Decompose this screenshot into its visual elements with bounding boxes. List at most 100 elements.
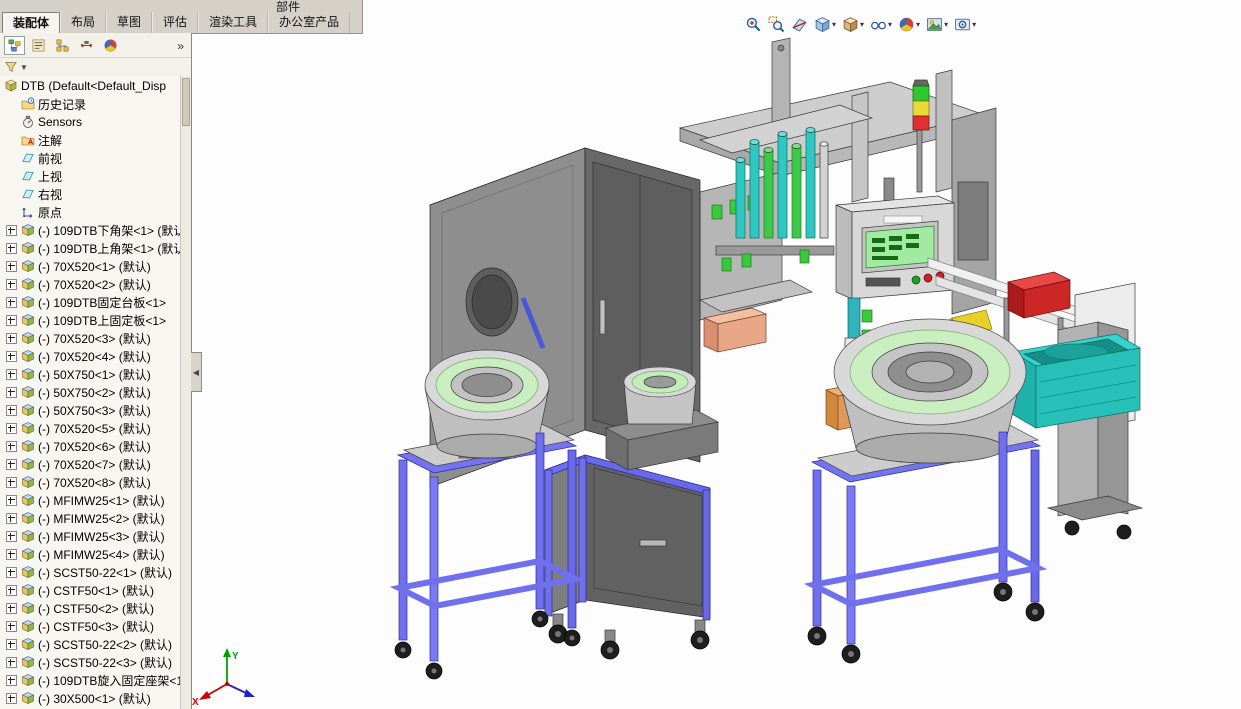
expand-toggle[interactable] bbox=[6, 404, 17, 416]
expand-toggle[interactable] bbox=[6, 584, 17, 596]
tree-item[interactable]: 上视 bbox=[0, 167, 191, 185]
tree-item[interactable]: (-) CSTF50<1> (默认) bbox=[0, 581, 191, 599]
tree-item[interactable]: (-) 109DTB下角架<1> (默认) bbox=[0, 221, 191, 239]
tree-item[interactable]: Sensors bbox=[0, 113, 191, 131]
tree-item[interactable]: (-) MFIMW25<2> (默认) bbox=[0, 509, 191, 527]
expand-toggle[interactable] bbox=[6, 422, 17, 434]
panel-tab-feature-manager[interactable] bbox=[4, 36, 25, 55]
tree-item[interactable]: (-) 50X750<1> (默认) bbox=[0, 365, 191, 383]
zoom-area-button[interactable] bbox=[766, 13, 787, 36]
tree-item[interactable]: (-) 70X520<2> (默认) bbox=[0, 275, 191, 293]
tree-item[interactable]: (-) SCST50-22<3> (默认) bbox=[0, 653, 191, 671]
expand-toggle[interactable] bbox=[6, 314, 17, 326]
expand-toggle[interactable] bbox=[6, 656, 17, 668]
expand-toggle[interactable] bbox=[6, 638, 17, 650]
panel-tab-property-manager[interactable] bbox=[28, 36, 49, 55]
expand-toggle[interactable] bbox=[6, 692, 17, 704]
tree-item[interactable]: (-) 109DTB固定台板<1> bbox=[0, 293, 191, 311]
machine-model[interactable]: Y X bbox=[192, 37, 1144, 708]
ribbon-overflow-button[interactable]: 部件 bbox=[276, 0, 300, 12]
tree-item[interactable]: (-) 30X500<1> (默认) bbox=[0, 689, 191, 707]
expand-toggle[interactable] bbox=[6, 458, 17, 470]
tree-item[interactable]: 原点 bbox=[0, 203, 191, 221]
tree-item[interactable]: (-) SCST50-22<2> (默认) bbox=[0, 635, 191, 653]
view-settings-button[interactable]: ▾ bbox=[952, 13, 978, 36]
tree-item[interactable]: (-) 70X520<4> (默认) bbox=[0, 347, 191, 365]
expand-toggle[interactable] bbox=[6, 368, 17, 380]
edit-appearance-button[interactable]: ▾ bbox=[896, 13, 922, 36]
zoom-fit-button[interactable] bbox=[743, 13, 764, 36]
tree-item[interactable]: (-) MFIMW25<1> (默认) bbox=[0, 491, 191, 509]
expand-toggle[interactable] bbox=[6, 476, 17, 488]
tree-item[interactable]: (-) 70X520<3> (默认) bbox=[0, 329, 191, 347]
ribbon-tab[interactable]: 办公室产品 bbox=[268, 12, 351, 33]
expand-toggle[interactable] bbox=[6, 386, 17, 398]
expand-toggle[interactable] bbox=[6, 224, 17, 236]
panel-tab-display-manager[interactable] bbox=[100, 36, 121, 55]
tree-item[interactable]: 历史记录 bbox=[0, 95, 191, 113]
filter-funnel-icon[interactable] bbox=[4, 60, 18, 74]
ribbon-tab[interactable]: 布局 bbox=[60, 12, 107, 33]
panel-collapse-button[interactable]: ◀ bbox=[191, 352, 202, 392]
expand-toggle[interactable] bbox=[6, 296, 17, 308]
expand-toggle[interactable] bbox=[6, 440, 17, 452]
apply-scene-button[interactable]: ▾ bbox=[924, 13, 950, 36]
expand-toggle[interactable] bbox=[6, 278, 17, 290]
display-style-button[interactable]: ▾ bbox=[840, 13, 866, 36]
tree-scrollbar[interactable] bbox=[180, 76, 191, 709]
tree-item[interactable]: (-) 109DTB上角架<1> (默认) bbox=[0, 239, 191, 257]
tree-item[interactable]: 右视 bbox=[0, 185, 191, 203]
ribbon-tab[interactable]: 草图 bbox=[106, 12, 153, 33]
tree-item[interactable]: (-) CSTF50<2> (默认) bbox=[0, 599, 191, 617]
dropdown-caret-icon[interactable]: ▾ bbox=[916, 20, 920, 29]
tree-root-item[interactable]: DTB (Default<Default_Disp bbox=[0, 77, 191, 95]
ribbon-tab[interactable]: 装配体 bbox=[2, 12, 61, 33]
expand-toggle[interactable] bbox=[6, 512, 17, 524]
expand-toggle[interactable] bbox=[6, 260, 17, 272]
ribbon-tab[interactable]: 评估 bbox=[152, 12, 199, 33]
panel-tab-configuration-manager[interactable] bbox=[52, 36, 73, 55]
tree-item[interactable]: 前视 bbox=[0, 149, 191, 167]
tree-item[interactable]: (-) 50X750<2> (默认) bbox=[0, 383, 191, 401]
tree-item[interactable]: (-) MFIMW25<4> (默认) bbox=[0, 545, 191, 563]
tree-item[interactable]: (-) 70X520<7> (默认) bbox=[0, 455, 191, 473]
tree-item[interactable]: 注解 bbox=[0, 131, 191, 149]
dropdown-caret-icon[interactable]: ▾ bbox=[972, 20, 976, 29]
expand-toggle[interactable] bbox=[6, 494, 17, 506]
panel-tab-dimxpert-manager[interactable] bbox=[76, 36, 97, 55]
filter-dropdown-caret[interactable]: ▼ bbox=[20, 63, 28, 72]
expand-toggle[interactable] bbox=[6, 674, 17, 686]
tree-item[interactable]: (-) MFIMW25<3> (默认) bbox=[0, 527, 191, 545]
expand-toggle[interactable] bbox=[6, 350, 17, 362]
tree-item[interactable]: (-) CSTF50<3> (默认) bbox=[0, 617, 191, 635]
dropdown-caret-icon[interactable]: ▾ bbox=[832, 20, 836, 29]
expand-toggle[interactable] bbox=[6, 530, 17, 542]
ribbon-tab[interactable]: 渲染工具 bbox=[198, 12, 269, 33]
left-bowl-feeder[interactable] bbox=[424, 349, 550, 459]
tree-item[interactable]: (-) 70X520<1> (默认) bbox=[0, 257, 191, 275]
expand-toggle[interactable] bbox=[6, 242, 17, 254]
dropdown-caret-icon[interactable]: ▾ bbox=[944, 20, 948, 29]
dropdown-caret-icon[interactable]: ▾ bbox=[860, 20, 864, 29]
tree-scrollbar-thumb[interactable] bbox=[182, 78, 190, 126]
hide-show-items-button[interactable]: ▾ bbox=[868, 13, 894, 36]
tree-item[interactable]: (-) 50X750<3> (默认) bbox=[0, 401, 191, 419]
red-bin[interactable] bbox=[1006, 271, 1072, 319]
section-view-button[interactable] bbox=[789, 13, 810, 36]
tree-item[interactable]: (-) SCST50-22<1> (默认) bbox=[0, 563, 191, 581]
tree-item[interactable]: (-) 109DTB上固定板<1> bbox=[0, 311, 191, 329]
right-bowl-feeder[interactable] bbox=[833, 318, 1027, 464]
dropdown-caret-icon[interactable]: ▾ bbox=[888, 20, 892, 29]
viewport-canvas[interactable]: Y X bbox=[191, 0, 1241, 709]
view-orientation-button[interactable]: ▾ bbox=[812, 13, 838, 36]
expand-toggle[interactable] bbox=[6, 620, 17, 632]
expand-toggle[interactable] bbox=[6, 548, 17, 560]
tree-item[interactable]: (-) 109DTB旋入固定座架<1> bbox=[0, 671, 191, 689]
tree-item[interactable]: (-) 70X520<6> (默认) bbox=[0, 437, 191, 455]
expand-toggle[interactable] bbox=[6, 566, 17, 578]
tree-item[interactable]: (-) 70X520<8> (默认) bbox=[0, 473, 191, 491]
tree-item[interactable]: (-) 70X520<5> (默认) bbox=[0, 419, 191, 437]
graphics-viewport[interactable]: Y X ▾ ▾ ▾ ▾ ▾ ▾ bbox=[191, 0, 1241, 709]
panel-collapse-chevron[interactable]: » bbox=[173, 40, 188, 52]
expand-toggle[interactable] bbox=[6, 332, 17, 344]
